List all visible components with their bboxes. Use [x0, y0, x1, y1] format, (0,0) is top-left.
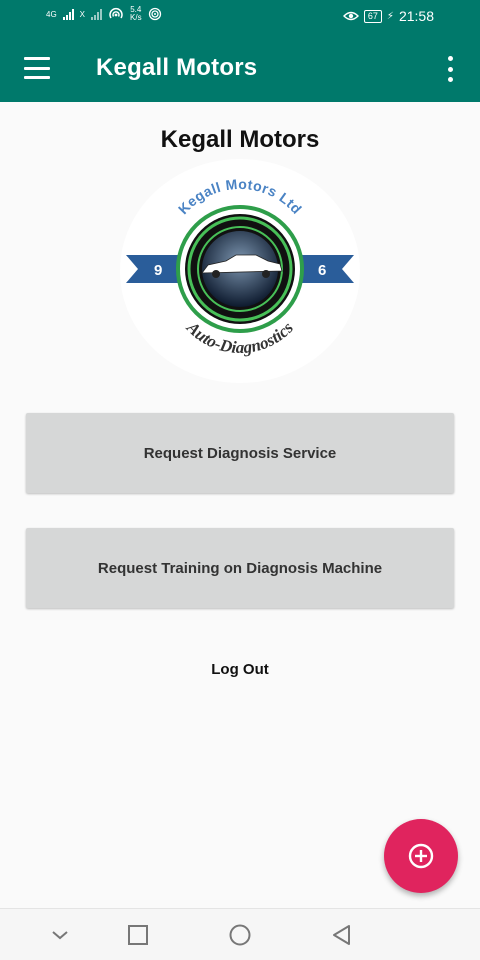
home-circle-icon[interactable]	[228, 923, 252, 947]
wifi-icon	[148, 7, 161, 21]
speed-unit: K/s	[130, 13, 142, 22]
chevron-down-icon[interactable]	[48, 923, 72, 947]
signal-strength-icon	[62, 8, 74, 20]
logout-link[interactable]: Log Out	[190, 658, 290, 682]
add-circle-icon	[408, 843, 434, 869]
add-fab-button[interactable]	[384, 819, 458, 893]
request-training-button[interactable]: Request Training on Diagnosis Machine	[26, 528, 454, 608]
clock: 21:58	[398, 8, 434, 24]
company-logo: Kegall Motors Ltd 9 6 Auto-Diagnostics	[116, 157, 364, 385]
logo-right-number: 6	[318, 262, 326, 279]
app-bar-title: Kegall Motors	[96, 54, 258, 81]
recents-square-icon[interactable]	[126, 923, 150, 947]
app-bar: Kegall Motors	[0, 34, 480, 102]
system-nav-bar	[0, 908, 480, 960]
battery-level: 67	[363, 9, 382, 23]
network-speed: 5.4 K/s	[130, 6, 142, 22]
hamburger-menu-icon[interactable]	[22, 54, 52, 82]
back-triangle-icon[interactable]	[330, 923, 354, 947]
logo-left-number: 9	[154, 262, 162, 279]
more-vertical-icon[interactable]	[440, 56, 460, 82]
network-x-label: X	[79, 9, 86, 19]
hotspot-icon	[109, 8, 123, 19]
network-type-label: 4G	[46, 9, 57, 19]
charging-icon: ⚡	[386, 10, 394, 22]
status-bar-right: 67 ⚡ 21:58	[342, 8, 434, 24]
request-diagnosis-button[interactable]: Request Diagnosis Service	[26, 413, 454, 493]
status-bar-left: 4G X 5.4 K/s	[46, 6, 162, 22]
eye-comfort-icon	[342, 11, 359, 21]
status-bar: 4G X 5.4 K/s 67 ⚡ 21:58	[0, 0, 480, 34]
page-title: Kegall Motors	[160, 126, 320, 153]
signal-strength-2-icon	[91, 8, 103, 20]
